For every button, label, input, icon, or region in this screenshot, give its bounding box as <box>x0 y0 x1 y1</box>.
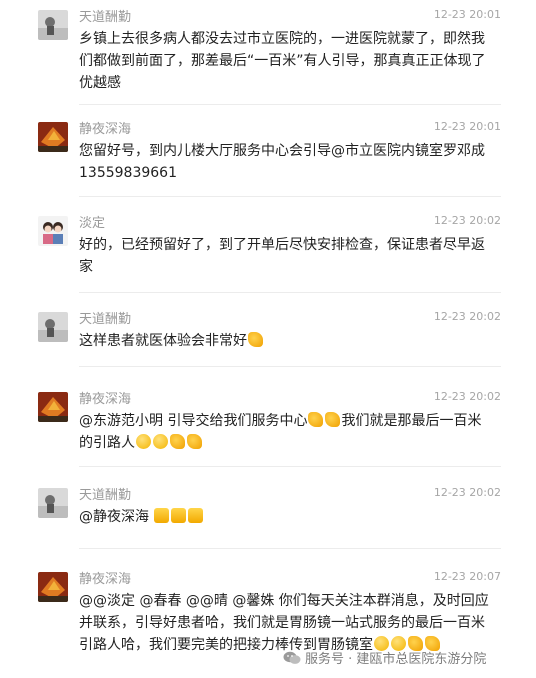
message-text: @东游范小明 引导交给我们服务中心 我们就是那最后一百米的引路人 <box>79 410 489 454</box>
divider <box>79 104 501 105</box>
message-text: @静夜深海 <box>79 506 489 528</box>
watermark: 服务号 · 建瓯市总医院东游分院 <box>283 648 486 667</box>
timestamp: 12-23 20:02 <box>433 214 501 227</box>
message-text-content: @静夜深海 <box>79 509 154 525</box>
sender-name: 天道酬勤 <box>79 488 132 503</box>
pray-emoji-icon <box>170 434 185 449</box>
sender-name: 淡定 <box>79 216 106 231</box>
avatar[interactable] <box>38 488 68 518</box>
list-item: 天道酬勤 12-23 20:02 @静夜深海 <box>0 478 536 552</box>
divider <box>79 466 501 467</box>
thumbs-up-emoji-icon <box>154 508 170 523</box>
pray-emoji-icon <box>187 434 202 449</box>
sender-name: 天道酬勤 <box>79 312 132 327</box>
thinking-emoji-icon <box>153 434 168 449</box>
avatar[interactable] <box>38 10 68 40</box>
timestamp: 12-23 20:01 <box>433 120 501 133</box>
pray-emoji-icon <box>325 412 341 427</box>
message-text-part-a: @东游范小明 引导交给我们服务中心 <box>79 413 308 429</box>
avatar[interactable] <box>38 122 68 152</box>
message-text: 乡镇上去很多病人都没去过市立医院的，一进医院就蒙了，即然我们都做到前面了，那差最… <box>79 31 486 91</box>
divider <box>79 366 501 367</box>
thumbs-up-emoji-icon <box>188 508 204 523</box>
avatar[interactable] <box>38 312 68 342</box>
sender-name: 静夜深海 <box>79 122 132 137</box>
message-text: @@淡定 @春春 @@晴 @馨姝 你们每天关注本群消息，及时回应并联系，引导好患… <box>79 590 489 656</box>
pray-emoji-icon <box>308 412 324 427</box>
list-item: 天道酬勤 12-23 20:02 这样患者就医体验会非常好 <box>0 302 536 374</box>
sender-name: 静夜深海 <box>79 572 132 587</box>
message-text: 这样患者就医体验会非常好 <box>79 330 489 352</box>
watermark-text: 服务号 · 建瓯市总医院东游分院 <box>305 652 487 667</box>
divider <box>79 548 501 549</box>
message-text-content: 这样患者就医体验会非常好 <box>79 333 247 349</box>
timestamp: 12-23 20:07 <box>433 570 501 583</box>
timestamp: 12-23 20:01 <box>433 8 501 21</box>
message-feed: 天道酬勤 12-23 20:01 乡镇上去很多病人都没去过市立医院的，一进医院就… <box>0 0 536 678</box>
list-item: 淡定 12-23 20:02 好的，已经预留好了，到了开单后尽快安排检查，保证患… <box>0 206 536 298</box>
pray-emoji-icon <box>248 332 263 347</box>
list-item: 静夜深海 12-23 20:01 您留好号，到内儿楼大厅服务中心会引导@市立医院… <box>0 112 536 202</box>
timestamp: 12-23 20:02 <box>433 310 501 323</box>
divider <box>79 196 501 197</box>
avatar[interactable] <box>38 216 68 246</box>
message-text: 好的，已经预留好了，到了开单后尽快安排检查，保证患者尽早返家 <box>79 237 485 275</box>
divider <box>79 292 501 293</box>
sender-name: 天道酬勤 <box>79 10 132 25</box>
list-item: 静夜深海 12-23 20:02 @东游范小明 引导交给我们服务中心 我们就是那最… <box>0 382 536 472</box>
avatar[interactable] <box>38 392 68 422</box>
sender-name: 静夜深海 <box>79 392 132 407</box>
timestamp: 12-23 20:02 <box>433 390 501 403</box>
thumbs-up-emoji-icon <box>171 508 187 523</box>
wechat-icon <box>283 651 301 665</box>
timestamp: 12-23 20:02 <box>433 486 501 499</box>
avatar[interactable] <box>38 572 68 602</box>
list-item: 天道酬勤 12-23 20:01 乡镇上去很多病人都没去过市立医院的，一进医院就… <box>0 0 536 108</box>
thinking-emoji-icon <box>136 434 151 449</box>
message-text: 您留好号，到内儿楼大厅服务中心会引导@市立医院内镜室罗邓成13559839661 <box>79 143 485 181</box>
